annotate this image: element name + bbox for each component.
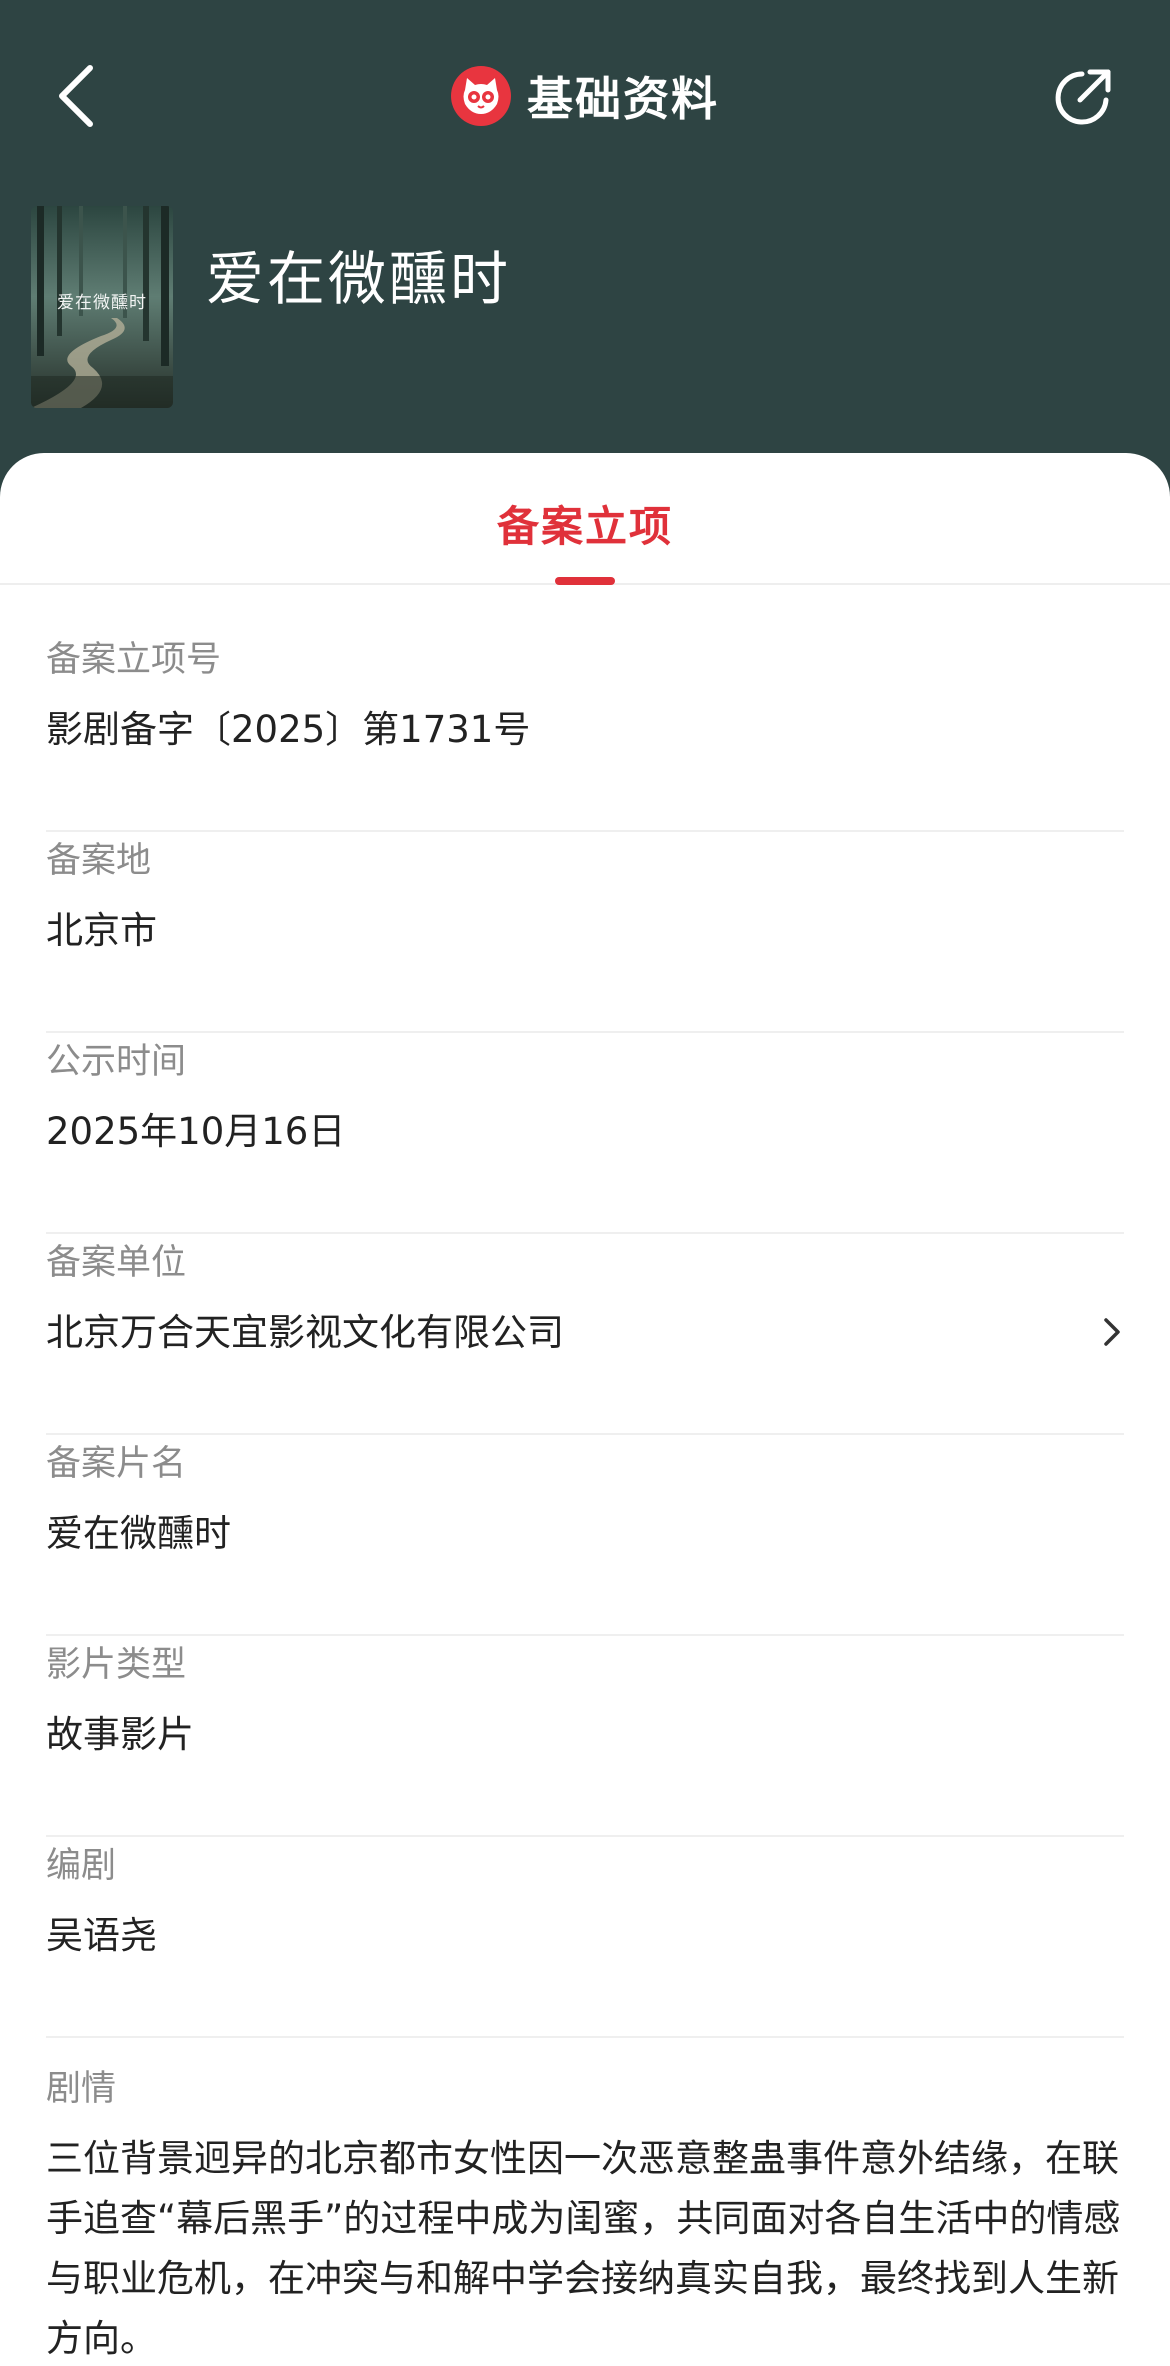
tab-filing[interactable]: 备案立项 <box>0 493 1170 554</box>
info-sheet: 备案立项 备案立项号 影剧备字〔2025〕第1731号 备案地 北京市 公示时间… <box>0 453 1170 2366</box>
movie-poster[interactable]: 爱在微醺时 <box>31 206 173 408</box>
field-label: 备案片名 <box>46 1444 187 1484</box>
cat-logo-icon <box>451 66 511 126</box>
field-row-film-type: 影片类型 故事影片 <box>46 1636 1124 1837</box>
nav-title-group: 基础资料 <box>0 60 1170 132</box>
field-value: 北京万合天宜影视文化有限公司 <box>46 1311 564 1354</box>
tab-bar: 备案立项 <box>0 453 1170 585</box>
field-label: 备案立项号 <box>46 640 222 680</box>
share-icon <box>1055 69 1111 125</box>
field-value: 北京市 <box>46 909 157 952</box>
field-row-filing-company[interactable]: 备案单位 北京万合天宜影视文化有限公司 <box>46 1234 1124 1435</box>
plot-section: 剧情 三位背景迥异的北京都市女性因一次恶意整蛊事件意外结缘，在联手追查“幕后黑手… <box>46 2060 1124 2366</box>
field-row-publish-date: 公示时间 2025年10月16日 <box>46 1033 1124 1234</box>
poster-title-text: 爱在微醺时 <box>57 293 147 313</box>
header: 基础资料 爱在微醺时 爱在微醺时 <box>0 0 1170 500</box>
share-button[interactable] <box>1052 64 1116 128</box>
page-title: 基础资料 <box>527 72 719 126</box>
field-label: 备案地 <box>46 841 152 881</box>
movie-title: 爱在微醺时 <box>206 245 512 313</box>
plot-label: 剧情 <box>46 2069 117 2109</box>
chevron-right-icon <box>1104 1318 1120 1346</box>
field-value: 2025年10月16日 <box>46 1110 346 1153</box>
plot-text: 三位背景迥异的北京都市女性因一次恶意整蛊事件意外结缘，在联手追查“幕后黑手”的过… <box>46 2137 1121 2360</box>
field-label: 编剧 <box>46 1846 117 1886</box>
field-value: 吴语尧 <box>46 1914 157 1957</box>
field-row-filing-number: 备案立项号 影剧备字〔2025〕第1731号 <box>46 631 1124 832</box>
field-value: 爱在微醺时 <box>46 1512 231 1555</box>
field-label: 公示时间 <box>46 1042 187 1082</box>
field-list: 备案立项号 影剧备字〔2025〕第1731号 备案地 北京市 公示时间 2025… <box>0 631 1170 2366</box>
tab-active-indicator <box>555 577 615 585</box>
field-label: 影片类型 <box>46 1645 187 1685</box>
field-value: 故事影片 <box>46 1713 194 1756</box>
field-row-screenwriter: 编剧 吴语尧 <box>46 1837 1124 2038</box>
field-row-filing-title: 备案片名 爱在微醺时 <box>46 1435 1124 1636</box>
field-label: 备案单位 <box>46 1243 187 1283</box>
field-value: 影剧备字〔2025〕第1731号 <box>46 708 531 751</box>
field-row-filing-location: 备案地 北京市 <box>46 832 1124 1033</box>
